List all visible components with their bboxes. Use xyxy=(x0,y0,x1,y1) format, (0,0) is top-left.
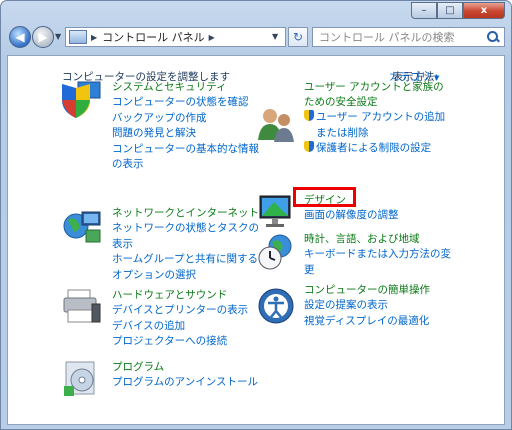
maximize-button[interactable]: □ xyxy=(437,2,463,19)
category-hardware-sound: ハードウェアとサウンド デバイスとプリンターの表示 デバイスの追加 プロジェクタ… xyxy=(112,288,248,350)
link-suggested-settings[interactable]: 設定の提案の表示 xyxy=(304,298,430,314)
users-icon xyxy=(258,109,294,142)
link-homegroup[interactable]: ホームグループと共有に関する xyxy=(112,252,259,268)
category-programs: プログラム プログラムのアンインストール xyxy=(112,360,258,391)
forward-button[interactable]: ▶ xyxy=(32,26,54,48)
recent-pages-dropdown[interactable]: ▼ xyxy=(55,32,61,41)
printer-icon xyxy=(63,289,101,323)
category-ease-of-access: コンピューターの簡単操作 設定の提案の表示 視覚ディスプレイの最適化 xyxy=(304,283,430,329)
link-network-status-cont[interactable]: 表示 xyxy=(112,237,259,253)
link-basic-info[interactable]: コンピューターの基本的な情報 xyxy=(112,142,259,158)
category-title-user-accounts-cont[interactable]: ための安全設定 xyxy=(304,95,445,110)
caption-buttons: – □ x xyxy=(411,2,505,19)
link-devices-printers[interactable]: デバイスとプリンターの表示 xyxy=(112,303,248,319)
minimize-button[interactable]: – xyxy=(411,2,437,19)
link-keyboard-input[interactable]: キーボードまたは入力方法の変 xyxy=(304,247,451,263)
shield-computer-icon xyxy=(62,81,101,118)
clock-globe-icon xyxy=(258,234,292,270)
link-add-remove-accounts-cont[interactable]: または削除 xyxy=(304,126,445,142)
network-globe-icon xyxy=(63,211,101,243)
breadcrumb-control-panel[interactable]: コントロール パネル xyxy=(102,29,205,45)
back-button[interactable]: ◀ xyxy=(9,26,31,48)
category-title-hardware-sound[interactable]: ハードウェアとサウンド xyxy=(112,288,248,303)
category-title-ease-of-access[interactable]: コンピューターの簡単操作 xyxy=(304,283,430,298)
search-input[interactable]: コントロール パネルの検索 xyxy=(313,29,485,45)
link-add-remove-accounts[interactable]: ユーザー アカウントの追加 xyxy=(304,110,445,126)
address-bar[interactable]: ▶ コントロール パネル ▶ xyxy=(65,27,286,47)
category-title-network[interactable]: ネットワークとインターネット xyxy=(112,206,259,221)
link-keyboard-input-cont[interactable]: 更 xyxy=(304,263,451,279)
chevron-right-icon[interactable]: ▶ xyxy=(209,33,215,42)
highlight-box xyxy=(293,187,356,207)
monitor-design-icon xyxy=(259,195,291,227)
category-network: ネットワークとインターネット ネットワークの状態とタスクの 表示 ホームグループ… xyxy=(112,206,259,283)
link-add-device[interactable]: デバイスの追加 xyxy=(112,319,248,335)
category-title-clock-language[interactable]: 時計、言語、および地域 xyxy=(304,232,451,247)
link-troubleshoot[interactable]: 問題の発見と解決 xyxy=(112,126,259,142)
category-title-system-security[interactable]: システムとセキュリティ xyxy=(112,80,259,95)
category-system-security: システムとセキュリティ コンピューターの状態を確認 バックアップの作成 問題の発… xyxy=(112,80,259,173)
category-user-accounts: ユーザー アカウントと家族の ための安全設定 ユーザー アカウントの追加 または… xyxy=(304,80,445,157)
link-parental-controls[interactable]: 保護者による制限の設定 xyxy=(304,141,445,157)
chevron-right-icon[interactable]: ▶ xyxy=(91,33,97,42)
link-uninstall[interactable]: プログラムのアンインストール xyxy=(112,375,258,391)
address-dropdown[interactable]: ▼ xyxy=(272,32,278,41)
search-box[interactable]: コントロール パネルの検索 xyxy=(312,27,505,47)
close-button[interactable]: x xyxy=(463,2,505,19)
category-title-user-accounts[interactable]: ユーザー アカウントと家族の xyxy=(304,80,445,95)
link-network-status[interactable]: ネットワークの状態とタスクの xyxy=(112,221,259,237)
category-title-programs[interactable]: プログラム xyxy=(112,360,258,375)
refresh-button[interactable]: ↻ xyxy=(288,27,308,47)
link-backup[interactable]: バックアップの作成 xyxy=(112,111,259,127)
link-homegroup-cont[interactable]: オプションの選択 xyxy=(112,268,259,284)
category-clock-language: 時計、言語、および地域 キーボードまたは入力方法の変 更 xyxy=(304,232,451,278)
search-icon[interactable] xyxy=(485,29,501,45)
control-panel-icon xyxy=(69,30,87,44)
link-projector[interactable]: プロジェクターへの接続 xyxy=(112,334,248,350)
ease-of-access-icon xyxy=(258,288,294,324)
program-disc-icon xyxy=(64,361,95,396)
link-check-status[interactable]: コンピューターの状態を確認 xyxy=(112,95,259,111)
link-basic-info-cont[interactable]: の表示 xyxy=(112,157,259,173)
link-optimize-display[interactable]: 視覚ディスプレイの最適化 xyxy=(304,314,430,330)
link-screen-resolution[interactable]: 画面の解像度の調整 xyxy=(304,208,399,224)
